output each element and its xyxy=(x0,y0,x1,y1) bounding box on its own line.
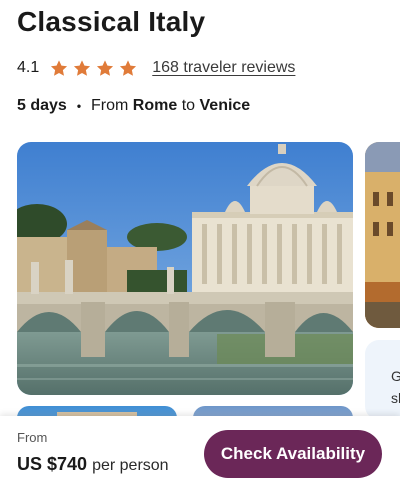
rating-value: 4.1 xyxy=(17,59,40,76)
route-from-prefix: From xyxy=(91,97,129,114)
info-card-text-2: sh xyxy=(391,390,400,406)
route-destination: Venice xyxy=(199,97,251,114)
star-icon xyxy=(120,59,137,76)
star-icon xyxy=(74,59,91,76)
rating-row: 4.1 168 traveler reviews xyxy=(17,58,295,78)
price-from-label: From xyxy=(17,430,48,445)
trip-duration: 5 days xyxy=(17,97,67,114)
booking-bar: From US $740 per person Check Availabili… xyxy=(0,416,400,492)
reviews-link[interactable]: 168 traveler reviews xyxy=(152,59,295,77)
price-unit: per person xyxy=(92,457,169,474)
tour-title: Classical Italy xyxy=(17,6,206,37)
star-icon xyxy=(97,59,114,76)
price-line: US $740 per person xyxy=(17,454,169,475)
star-rating xyxy=(49,59,138,78)
trip-summary: 5 days • From Rome to Venice xyxy=(17,97,250,115)
route-origin: Rome xyxy=(132,97,178,114)
info-card-text-1: G xyxy=(391,368,400,384)
tour-photo-next[interactable] xyxy=(365,142,400,328)
separator-dot: • xyxy=(76,99,82,113)
star-icon xyxy=(51,59,68,76)
check-availability-button[interactable]: Check Availability xyxy=(204,430,382,478)
price-amount: US $740 xyxy=(17,454,88,474)
route-to-word: to xyxy=(181,97,196,114)
info-card-peek[interactable]: G sh xyxy=(365,340,400,420)
tour-photo-rome[interactable] xyxy=(17,142,353,395)
